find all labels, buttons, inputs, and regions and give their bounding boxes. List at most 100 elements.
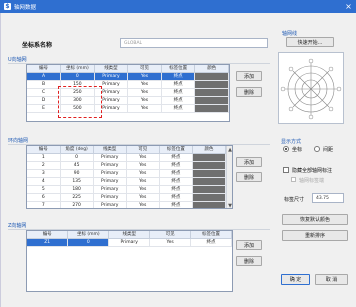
reorder-button[interactable]: 重新排序 <box>282 230 348 241</box>
row-label-pos[interactable]: 终点 <box>159 153 193 162</box>
row-coord[interactable]: 500 <box>60 104 95 113</box>
table-row[interactable]: 3 90 Primary Yes 终点 <box>27 169 227 178</box>
col-header[interactable]: 标签位置 <box>161 65 196 73</box>
row-visible[interactable]: Yes <box>126 153 160 162</box>
row-visible[interactable]: Yes <box>126 161 160 170</box>
col-header[interactable]: 编号 <box>27 231 69 239</box>
z-grid-delete-button[interactable]: 删除 <box>236 256 262 266</box>
row-color-swatch[interactable] <box>192 161 227 170</box>
row-coord[interactable]: 300 <box>60 96 95 105</box>
row-label-pos[interactable]: 终点 <box>159 201 193 208</box>
row-color-swatch[interactable] <box>192 185 227 194</box>
scroll-down-icon[interactable]: ▼ <box>227 202 232 209</box>
close-icon[interactable]: × <box>344 2 353 11</box>
row-id[interactable]: 3 <box>27 169 61 178</box>
table-row[interactable]: 5 180 Primary Yes 终点 <box>27 185 227 194</box>
row-angle[interactable]: 180 <box>60 185 94 194</box>
row-id[interactable]: C <box>27 88 62 97</box>
row-coord[interactable]: 150 <box>60 80 95 89</box>
bubble-end-checkbox[interactable] <box>291 177 296 182</box>
row-label-pos[interactable]: 终点 <box>161 88 196 97</box>
table-row[interactable]: E 500 Primary Yes 终点 <box>27 104 229 113</box>
row-color-swatch[interactable] <box>194 104 229 113</box>
z-grid-table[interactable]: 编号 坐标 (mm) 线类型 可见 标签位置 Z1 0 Primary Yes … <box>26 230 233 292</box>
row-color-swatch[interactable] <box>192 169 227 178</box>
ordinate-radio[interactable] <box>283 146 289 152</box>
row-label-pos[interactable]: 终点 <box>159 185 193 194</box>
row-line-type[interactable]: Primary <box>108 238 151 247</box>
row-line-type[interactable]: Primary <box>93 169 127 178</box>
row-visible[interactable]: Yes <box>127 72 162 81</box>
row-id[interactable]: 7 <box>27 201 61 208</box>
hide-bubbles-checkbox[interactable] <box>283 167 289 173</box>
row-angle[interactable]: 225 <box>60 193 94 202</box>
row-line-type[interactable]: Primary <box>94 72 129 81</box>
row-label-pos[interactable]: 终点 <box>161 72 196 81</box>
col-header[interactable]: 线类型 <box>93 146 127 154</box>
row-angle[interactable]: 0 <box>60 153 94 162</box>
table-row[interactable]: C 250 Primary Yes 终点 <box>27 88 229 97</box>
row-id[interactable]: D <box>27 96 62 105</box>
row-line-type[interactable]: Primary <box>93 201 127 208</box>
row-visible[interactable]: Yes <box>126 177 160 186</box>
row-label-pos[interactable]: 终点 <box>190 238 232 247</box>
row-line-type[interactable]: Primary <box>94 96 129 105</box>
spacing-radio[interactable] <box>314 146 320 152</box>
cancel-button[interactable]: 取 消 <box>315 274 348 285</box>
row-id[interactable]: E <box>27 104 62 113</box>
row-visible[interactable]: Yes <box>127 104 162 113</box>
x-grid-delete-button[interactable]: 删除 <box>236 87 262 97</box>
scroll-up-icon[interactable]: ▲ <box>227 146 232 153</box>
table-row[interactable]: 4 135 Primary Yes 终点 <box>27 177 227 186</box>
col-header[interactable]: 坐标 (mm) <box>67 231 110 239</box>
col-header[interactable]: 编号 <box>27 146 61 154</box>
row-color-swatch[interactable] <box>192 201 227 208</box>
row-label-pos[interactable]: 终点 <box>159 161 193 170</box>
row-color-swatch[interactable] <box>194 88 229 97</box>
angle-grid-table[interactable]: 编号 角度 (deg) 线类型 可见 标签位置 颜色 1 0 Primary Y… <box>26 145 233 209</box>
row-line-type[interactable]: Primary <box>93 161 127 170</box>
col-header[interactable]: 编号 <box>27 65 62 73</box>
angle-grid-delete-button[interactable]: 删除 <box>236 172 262 182</box>
angle-grid-add-button[interactable]: 添加 <box>236 157 262 167</box>
row-line-type[interactable]: Primary <box>93 177 127 186</box>
row-label-pos[interactable]: 终点 <box>161 96 196 105</box>
row-id[interactable]: 6 <box>27 193 61 202</box>
ok-button[interactable]: 确 定 <box>281 274 310 285</box>
row-coord[interactable]: 250 <box>60 88 95 97</box>
row-visible[interactable]: Yes <box>149 238 192 247</box>
z-grid-add-button[interactable]: 添加 <box>236 240 262 250</box>
row-angle[interactable]: 135 <box>60 177 94 186</box>
row-id[interactable]: B <box>27 80 62 89</box>
x-grid-add-button[interactable]: 添加 <box>236 71 262 81</box>
row-label-pos[interactable]: 终点 <box>159 193 193 202</box>
col-header[interactable]: 可见 <box>149 231 192 239</box>
table-row[interactable]: B 150 Primary Yes 终点 <box>27 80 229 89</box>
col-header[interactable]: 线类型 <box>108 231 151 239</box>
row-line-type[interactable]: Primary <box>94 88 129 97</box>
bubble-size-field[interactable]: 43.75 <box>312 193 344 203</box>
row-color-swatch[interactable] <box>194 80 229 89</box>
row-coord[interactable]: 0 <box>67 238 110 247</box>
row-label-pos[interactable]: 终点 <box>161 80 196 89</box>
table-row[interactable]: A 0 Primary Yes 终点 <box>27 72 229 81</box>
col-header[interactable]: 标签位置 <box>190 231 232 239</box>
row-label-pos[interactable]: 终点 <box>159 177 193 186</box>
row-visible[interactable]: Yes <box>126 201 160 208</box>
row-line-type[interactable]: Primary <box>94 80 129 89</box>
row-id[interactable]: 1 <box>27 153 61 162</box>
col-header[interactable]: 角度 (deg) <box>60 146 94 154</box>
row-angle[interactable]: 90 <box>60 169 94 178</box>
row-id[interactable]: 4 <box>27 177 61 186</box>
row-label-pos[interactable]: 终点 <box>159 169 193 178</box>
row-id[interactable]: 5 <box>27 185 61 194</box>
row-id[interactable]: A <box>27 72 62 81</box>
coord-system-field[interactable]: GLOBAL <box>120 38 268 48</box>
row-visible[interactable]: Yes <box>127 96 162 105</box>
row-visible[interactable]: Yes <box>126 185 160 194</box>
row-line-type[interactable]: Primary <box>94 104 129 113</box>
table-row[interactable]: 7 270 Primary Yes 终点 <box>27 201 227 208</box>
row-id[interactable]: Z1 <box>27 238 69 247</box>
col-header[interactable]: 标签位置 <box>159 146 193 154</box>
table-row[interactable]: D 300 Primary Yes 终点 <box>27 96 229 105</box>
